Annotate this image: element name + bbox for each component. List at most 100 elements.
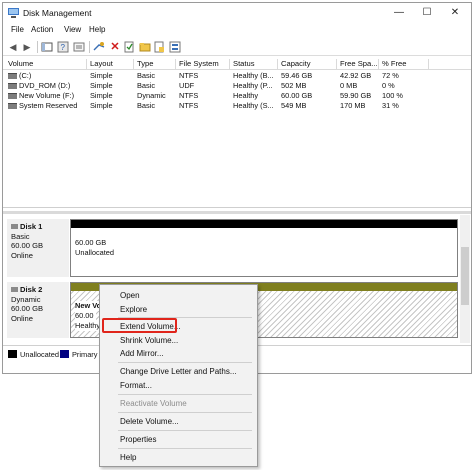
volume-layout: Simple [90, 81, 113, 90]
menu-separator [118, 430, 252, 431]
view-icon[interactable] [169, 41, 181, 53]
menu-separator [118, 394, 252, 395]
connect-icon[interactable] [93, 41, 105, 53]
volume-row[interactable]: (C:) Simple Basic NTFS Healthy (B... 59.… [3, 71, 471, 81]
volume-row[interactable]: DVD_ROM (D:) Simple Basic UDF Healthy (P… [3, 81, 471, 91]
volume-file-system: NTFS [179, 101, 199, 110]
check-icon[interactable] [123, 41, 135, 53]
volume-percent-free: 31 % [382, 101, 399, 110]
menu-item-add-mirror[interactable]: Add Mirror... [120, 349, 164, 358]
menu-item-format[interactable]: Format... [120, 381, 152, 390]
menu-item-help[interactable]: Help [120, 453, 136, 462]
partition-size: 60.00 GB [75, 238, 107, 247]
disk-type: Dynamic [11, 294, 41, 304]
volume-layout: Simple [90, 71, 113, 80]
volume-file-system: NTFS [179, 71, 199, 80]
menu-item-change-drive-letter[interactable]: Change Drive Letter and Paths... [120, 367, 237, 376]
help-icon[interactable]: ? [57, 41, 69, 53]
volume-row[interactable]: System Reserved Simple Basic NTFS Health… [3, 101, 471, 111]
disk-state: Online [11, 313, 33, 323]
column-header-free-space[interactable]: Free Spa... [337, 59, 379, 70]
volume-status: Healthy (S... [233, 101, 274, 110]
minimize-button[interactable]: — [388, 5, 410, 21]
partition-size: 60.00 [75, 311, 96, 321]
primary-partition-swatch [60, 350, 69, 358]
menu-bar: File Action View Help [3, 23, 471, 38]
volume-capacity: 549 MB [281, 101, 307, 110]
disk-size: 60.00 GB [11, 241, 44, 250]
menu-file[interactable]: File [11, 25, 24, 34]
volume-name-text: System Reserved [19, 101, 78, 110]
partition-status: Healthy [75, 321, 103, 331]
title-bar: Disk Management — ☐ ✕ [3, 3, 471, 23]
disk-1-label[interactable]: Disk 1 Basic 60.00 GB Online [7, 219, 69, 277]
volume-layout: Simple [90, 101, 113, 110]
volume-name: DVD_ROM (D:) [5, 81, 87, 91]
volume-list: Volume Layout Type File System Status Ca… [3, 58, 471, 208]
volume-free-space: 0 MB [340, 81, 358, 90]
drive-icon [8, 93, 17, 100]
console-tree-icon[interactable] [41, 41, 53, 53]
toolbar-separator [37, 41, 38, 53]
menu-separator [118, 412, 252, 413]
volume-name: (C:) [5, 71, 87, 81]
disk-state: Online [11, 250, 33, 260]
volume-list-header: Volume Layout Type File System Status Ca… [3, 58, 471, 70]
volume-name-text: DVD_ROM (D:) [19, 81, 71, 90]
menu-action[interactable]: Action [31, 25, 53, 34]
volume-name-text: New Volume (F:) [19, 91, 75, 100]
volume-percent-free: 0 % [382, 81, 395, 90]
legend-unallocated-label: Unallocated [20, 350, 60, 359]
disk-type: Basic [11, 231, 30, 241]
disk-icon [11, 287, 18, 292]
menu-item-properties[interactable]: Properties [120, 435, 156, 444]
volume-type: Basic [137, 81, 156, 90]
delete-icon[interactable]: ✕ [109, 41, 121, 53]
disk-icon [11, 224, 18, 229]
column-header-file-system[interactable]: File System [176, 59, 230, 70]
disk-2-label[interactable]: Disk 2 Dynamic 60.00 GB Online [7, 282, 69, 338]
disk-name: Disk 1 [20, 222, 43, 231]
menu-item-shrink-volume[interactable]: Shrink Volume... [120, 336, 178, 345]
volume-capacity: 60.00 GB [281, 91, 313, 100]
menu-item-open[interactable]: Open [120, 291, 140, 300]
scrollbar-thumb[interactable] [461, 247, 469, 305]
volume-capacity: 502 MB [281, 81, 307, 90]
disk-1-unallocated-partition[interactable]: 60.00 GB Unallocated [70, 219, 458, 277]
column-header-volume[interactable]: Volume [5, 59, 87, 70]
unallocated-bar [71, 220, 457, 228]
properties-icon[interactable] [153, 41, 165, 53]
volume-name-text: (C:) [19, 71, 32, 80]
folder-icon[interactable] [139, 41, 151, 53]
menu-item-explore[interactable]: Explore [120, 305, 147, 314]
menu-help[interactable]: Help [89, 25, 105, 34]
volume-capacity: 59.46 GB [281, 71, 313, 80]
partition-status: Unallocated [75, 248, 115, 257]
close-button[interactable]: ✕ [444, 5, 466, 21]
volume-free-space: 59.90 GB [340, 91, 372, 100]
window-title: Disk Management [23, 8, 92, 18]
volume-type: Basic [137, 71, 156, 80]
menu-item-delete-volume[interactable]: Delete Volume... [120, 417, 179, 426]
column-header-status[interactable]: Status [230, 59, 278, 70]
svg-text:?: ? [61, 43, 66, 52]
forward-arrow-icon[interactable]: ▶ [21, 41, 33, 53]
volume-row[interactable]: New Volume (F:) Simple Dynamic NTFS Heal… [3, 91, 471, 101]
volume-free-space: 42.92 GB [340, 71, 372, 80]
column-header-layout[interactable]: Layout [87, 59, 134, 70]
column-header-type[interactable]: Type [134, 59, 176, 70]
volume-free-space: 170 MB [340, 101, 366, 110]
vertical-scrollbar[interactable] [460, 215, 470, 343]
volume-name: System Reserved [5, 101, 87, 111]
volume-status: Healthy (P... [233, 81, 273, 90]
volume-file-system: NTFS [179, 91, 199, 100]
maximize-button[interactable]: ☐ [416, 5, 438, 21]
column-header-percent-free[interactable]: % Free [379, 59, 429, 70]
extend-volume-highlight [102, 318, 177, 333]
back-arrow-icon[interactable]: ◀ [7, 41, 19, 53]
volume-type: Dynamic [137, 91, 166, 100]
column-header-capacity[interactable]: Capacity [278, 59, 337, 70]
menu-view[interactable]: View [64, 25, 81, 34]
list-view-icon[interactable] [73, 41, 85, 53]
volume-status: Healthy (B... [233, 71, 274, 80]
